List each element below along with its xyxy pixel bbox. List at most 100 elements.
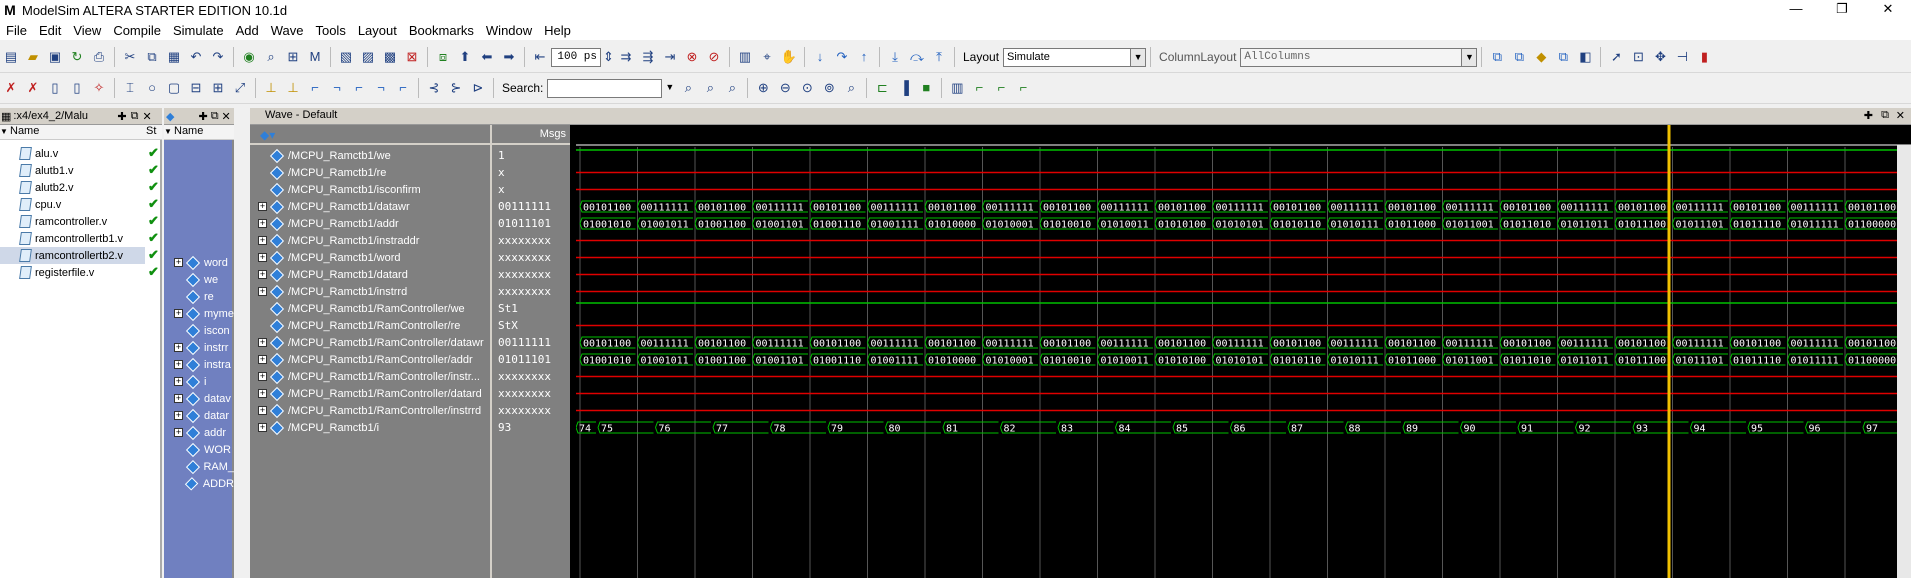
menu-bookmarks[interactable]: Bookmarks xyxy=(403,23,480,38)
object-item[interactable]: + myme xyxy=(164,305,234,322)
expand-icon[interactable]: + xyxy=(174,258,183,267)
step-down-icon[interactable]: ⤓ xyxy=(886,48,904,66)
column-name[interactable]: Name xyxy=(10,125,146,139)
measure-icon[interactable]: ⤢ xyxy=(231,79,249,97)
break-icon[interactable]: ⊠ xyxy=(403,48,421,66)
wave-radix-icon[interactable]: ⧉ xyxy=(1510,48,1528,66)
file-item[interactable]: alu.v xyxy=(19,145,160,162)
edge-any-icon[interactable]: ⌐ xyxy=(394,79,412,97)
find-signal-icon[interactable]: ⌖ xyxy=(758,48,776,66)
signal-row[interactable]: /MCPU_Ramctb1/RamController/we xyxy=(250,300,490,317)
column-status[interactable]: St xyxy=(146,125,156,139)
layout-select[interactable]: Simulate xyxy=(1003,47,1132,67)
rising-edge-icon[interactable]: ¬ xyxy=(328,79,346,97)
insert-cursor-icon[interactable]: ⌶ xyxy=(121,79,139,97)
zoom-full-icon[interactable]: ⊙ xyxy=(798,79,816,97)
new-file-icon[interactable]: ▤ xyxy=(2,48,20,66)
paste-icon[interactable]: ▦ xyxy=(165,48,183,66)
spin-icon[interactable]: ⇕ xyxy=(603,48,614,66)
redo-icon[interactable]: ↷ xyxy=(209,48,227,66)
all-cursors-icon[interactable]: ⊞ xyxy=(209,79,227,97)
wave-color-icon[interactable]: ◆ xyxy=(1532,48,1550,66)
signal-row[interactable]: + /MCPU_Ramctb1/RamController/addr xyxy=(250,351,490,368)
object-item[interactable]: iscon xyxy=(164,322,234,339)
wave-format-icon[interactable]: ⧉ xyxy=(1488,48,1506,66)
undo-icon[interactable]: ↶ xyxy=(187,48,205,66)
object-item[interactable]: RAM_ xyxy=(164,458,234,475)
find-icon[interactable]: ⌕ xyxy=(262,48,280,66)
select-mode-icon[interactable]: ➚ xyxy=(1607,48,1625,66)
signal-row[interactable]: + /MCPU_Ramctb1/RamController/instr... xyxy=(250,368,490,385)
signal-row[interactable]: /MCPU_Ramctb1/RamController/re xyxy=(250,317,490,334)
expand-icon[interactable]: + xyxy=(258,423,267,432)
menu-simulate[interactable]: Simulate xyxy=(167,23,230,38)
cursor-link-icon[interactable]: ⊟ xyxy=(187,79,205,97)
dock-icon[interactable]: ✚ xyxy=(198,110,207,123)
menu-add[interactable]: Add xyxy=(230,23,265,38)
minimize-button[interactable]: — xyxy=(1773,0,1819,20)
expand-icon[interactable]: + xyxy=(174,343,183,352)
step-icon[interactable]: ↓ xyxy=(811,48,829,66)
edge-down-icon[interactable]: ¬ xyxy=(372,79,390,97)
close-button[interactable]: ✕ xyxy=(1865,0,1911,20)
zoom-mode-icon[interactable]: ⊡ xyxy=(1629,48,1647,66)
file-item[interactable]: alutb2.v xyxy=(19,179,160,196)
object-item[interactable]: ADDR xyxy=(164,475,234,492)
close-icon[interactable]: ✕ xyxy=(142,110,151,123)
file-item[interactable]: ramcontrollertb1.v xyxy=(19,230,160,247)
signal-row[interactable]: /MCPU_Ramctb1/re xyxy=(250,164,490,181)
signal-row[interactable]: + /MCPU_Ramctb1/instraddr xyxy=(250,232,490,249)
object-item[interactable]: WOR xyxy=(164,441,234,458)
signal-row[interactable]: /MCPU_Ramctb1/isconfirm xyxy=(250,181,490,198)
zoom-cursor-icon[interactable]: ⊚ xyxy=(820,79,838,97)
step-out-icon[interactable]: ↑ xyxy=(855,48,873,66)
zoom-in-icon[interactable]: ⊕ xyxy=(754,79,772,97)
close-icon[interactable]: ✕ xyxy=(1896,109,1905,122)
expand-icon[interactable]: + xyxy=(258,389,267,398)
menu-view[interactable]: View xyxy=(67,23,107,38)
object-item[interactable]: + addr xyxy=(164,424,234,441)
signal-row[interactable]: + /MCPU_Ramctb1/instrrd xyxy=(250,283,490,300)
wave-grid-icon[interactable]: ▥ xyxy=(948,79,966,97)
expand-icon[interactable]: + xyxy=(258,219,267,228)
delete-icon[interactable]: ✗ xyxy=(2,79,20,97)
signal-row[interactable]: + /MCPU_Ramctb1/datawr xyxy=(250,198,490,215)
object-item[interactable]: + datar xyxy=(164,407,234,424)
signal-row[interactable]: + /MCPU_Ramctb1/i xyxy=(250,419,490,436)
run-icon[interactable]: ⇉ xyxy=(617,48,635,66)
continue-icon[interactable]: ⇶ xyxy=(639,48,657,66)
menu-window[interactable]: Window xyxy=(480,23,538,38)
clear-icon[interactable]: ✧ xyxy=(90,79,108,97)
expand-icon[interactable]: + xyxy=(258,202,267,211)
cut-icon[interactable]: ✂ xyxy=(121,48,139,66)
memory-icon[interactable]: ▧ xyxy=(337,48,355,66)
expand-icon[interactable]: + xyxy=(258,270,267,279)
expand-icon[interactable]: + xyxy=(174,428,183,437)
restart-icon[interactable]: ⇤ xyxy=(531,48,549,66)
bookmark-icon[interactable]: ▯ xyxy=(46,79,64,97)
menu-layout[interactable]: Layout xyxy=(352,23,403,38)
chevron-down-icon[interactable]: ▼ xyxy=(1131,47,1147,67)
open-folder-icon[interactable]: ▰ xyxy=(24,48,42,66)
stoplight-icon[interactable]: ▮ xyxy=(1695,48,1713,66)
edge-next-icon[interactable]: ⊥ xyxy=(284,79,302,97)
reload-icon[interactable]: ↻ xyxy=(68,48,86,66)
signal-row[interactable]: + /MCPU_Ramctb1/RamController/datawr xyxy=(250,334,490,351)
step-over-alt-icon[interactable]: ⤼ xyxy=(908,48,926,66)
close-icon[interactable]: ✕ xyxy=(222,110,231,123)
menu-help[interactable]: Help xyxy=(538,23,577,38)
expand-icon[interactable]: + xyxy=(258,372,267,381)
undock-icon[interactable]: ⧉ xyxy=(1881,109,1889,122)
undock-icon[interactable]: ⧉ xyxy=(211,110,219,123)
file-item[interactable]: cpu.v xyxy=(19,196,160,213)
signal-row[interactable]: + /MCPU_Ramctb1/RamController/datard xyxy=(250,385,490,402)
waveform-display[interactable]: 00101100 00111111 00101100 00111111 00101100… xyxy=(576,125,1911,578)
signal-row[interactable]: + /MCPU_Ramctb1/addr xyxy=(250,215,490,232)
search-prev-icon[interactable]: ⌕ xyxy=(701,79,719,97)
wave-divider-icon[interactable]: ◧ xyxy=(1576,48,1594,66)
add-wave-icon[interactable]: ⧈ xyxy=(434,48,452,66)
edge-prev-icon[interactable]: ⊥ xyxy=(262,79,280,97)
menu-wave[interactable]: Wave xyxy=(265,23,310,38)
save-icon[interactable]: ▣ xyxy=(46,48,64,66)
expand-icon[interactable]: + xyxy=(258,236,267,245)
